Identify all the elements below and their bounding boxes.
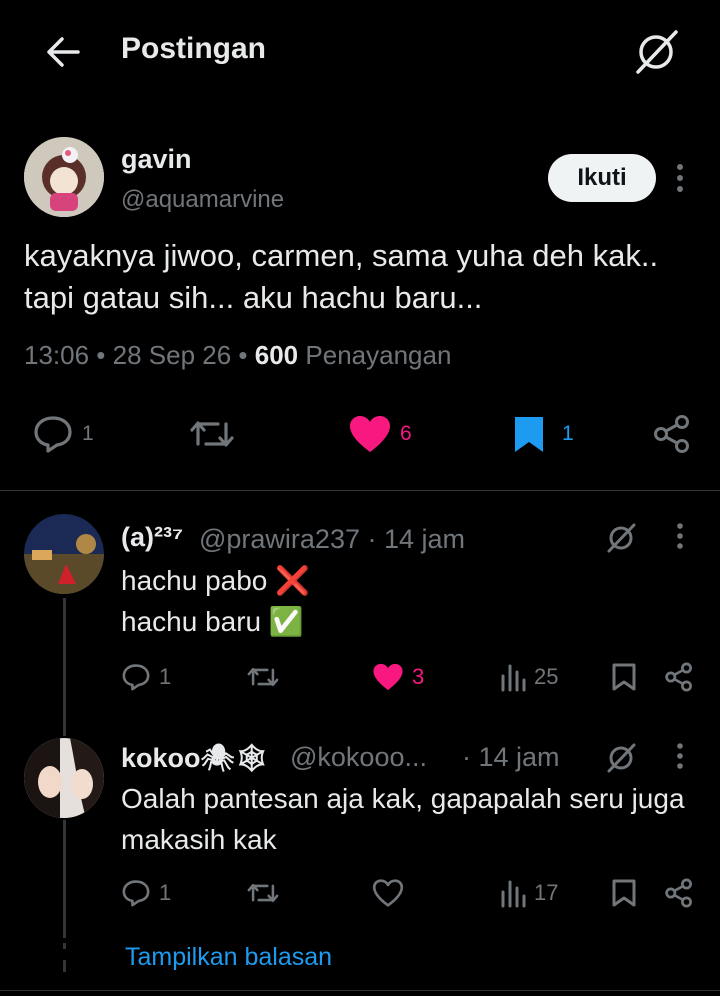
reply-count: 1: [159, 880, 172, 905]
reply-avatar[interactable]: [24, 514, 104, 594]
author-name[interactable]: gavin: [121, 144, 192, 175]
more-vertical-icon: [677, 743, 683, 769]
divider: [0, 990, 720, 991]
repost-icon: [190, 421, 234, 447]
avatar-image: [24, 137, 104, 217]
reply-text-line: hachu pabo ❌: [121, 565, 310, 596]
reply-avatar[interactable]: [24, 738, 104, 818]
reply-button[interactable]: 1: [121, 878, 171, 908]
reply-text-line: hachu baru ✅: [121, 606, 304, 637]
post-text: kayaknya jiwoo, carmen, sama yuha deh ka…: [24, 238, 659, 315]
share-button[interactable]: [664, 878, 694, 908]
bookmark-icon: [612, 663, 636, 691]
post-time: 13:06: [24, 340, 90, 370]
post-meta: 13:06 • 28 Sep 26 • 600 Penayangan: [24, 340, 452, 370]
reply-time[interactable]: · 14 jam: [462, 742, 560, 773]
share-button[interactable]: [652, 414, 692, 454]
bookmark-button[interactable]: [611, 662, 637, 692]
thread-line-dot: [63, 943, 66, 949]
share-icon: [665, 878, 692, 908]
like-button[interactable]: [372, 878, 404, 908]
heart-filled-icon: [350, 416, 390, 452]
views-button[interactable]: 17: [500, 878, 558, 908]
views-button[interactable]: 25: [500, 662, 558, 692]
analytics-icon: [501, 880, 526, 908]
bookmark-icon: [612, 879, 636, 907]
view-count: 25: [534, 664, 559, 689]
more-options-button[interactable]: [668, 740, 692, 772]
repost-icon: [247, 667, 279, 687]
reply-author-name[interactable]: (a)²³⁷: [121, 522, 183, 553]
grok-icon: [607, 743, 636, 773]
show-replies-link[interactable]: Tampilkan balasan: [125, 943, 332, 972]
share-icon: [665, 662, 692, 692]
reply-count: 1: [82, 422, 94, 445]
post-date[interactable]: 28 Sep 26: [113, 340, 232, 370]
analytics-icon: [501, 664, 526, 692]
more-options-button[interactable]: [668, 520, 692, 552]
reply-text: Oalah pantesan aja kak, gapapalah seru j…: [121, 783, 685, 855]
reply-button[interactable]: 1: [121, 662, 171, 692]
reply-button[interactable]: 1: [32, 414, 94, 454]
bookmark-button[interactable]: [611, 878, 637, 908]
thread-line-dot: [63, 960, 66, 972]
grok-icon: [636, 30, 678, 74]
more-vertical-icon: [677, 523, 683, 549]
reply-count: 1: [159, 664, 172, 689]
page-title: Postingan: [121, 32, 267, 65]
grok-button[interactable]: [630, 26, 682, 78]
back-button[interactable]: [42, 30, 86, 74]
bookmark-filled-icon: [515, 417, 543, 452]
arrow-left-icon: [47, 37, 80, 67]
reply-author-handle[interactable]: @prawira237 · 14 jam: [199, 524, 465, 555]
grok-icon: [607, 523, 636, 553]
more-vertical-icon: [677, 164, 683, 192]
thread-line: [63, 598, 66, 736]
avatar-image: [24, 738, 104, 818]
reply-author-name[interactable]: kokoo🕷🕸: [121, 742, 269, 774]
share-icon: [654, 415, 689, 453]
comment-icon: [34, 416, 72, 453]
repost-button[interactable]: [246, 878, 280, 908]
avatar[interactable]: [24, 137, 104, 217]
view-count: 17: [534, 880, 559, 905]
like-button[interactable]: 3: [372, 662, 424, 692]
heart-outline-icon: [372, 879, 404, 907]
like-count: 6: [400, 422, 412, 445]
bookmark-count: 1: [562, 422, 574, 445]
follow-button[interactable]: Ikuti: [548, 154, 656, 202]
repost-button[interactable]: [188, 414, 236, 454]
thread-line: [63, 820, 66, 938]
more-options-button[interactable]: [668, 160, 692, 196]
share-button[interactable]: [664, 662, 694, 692]
heart-filled-icon: [373, 663, 403, 691]
views-label: Penayangan: [305, 340, 452, 370]
comment-icon: [122, 880, 150, 907]
bookmark-button[interactable]: 1: [512, 414, 574, 454]
like-button[interactable]: 6: [348, 414, 412, 454]
avatar-image: [24, 514, 104, 594]
reply-author-handle[interactable]: @kokooo...: [290, 742, 427, 773]
grok-button[interactable]: [603, 520, 639, 556]
view-count: 600: [254, 340, 299, 370]
repost-icon: [247, 883, 279, 903]
grok-button[interactable]: [603, 740, 639, 776]
repost-button[interactable]: [246, 662, 280, 692]
author-handle[interactable]: @aquamarvine: [121, 186, 284, 214]
comment-icon: [122, 664, 150, 691]
like-count: 3: [412, 664, 425, 689]
divider: [0, 490, 720, 491]
